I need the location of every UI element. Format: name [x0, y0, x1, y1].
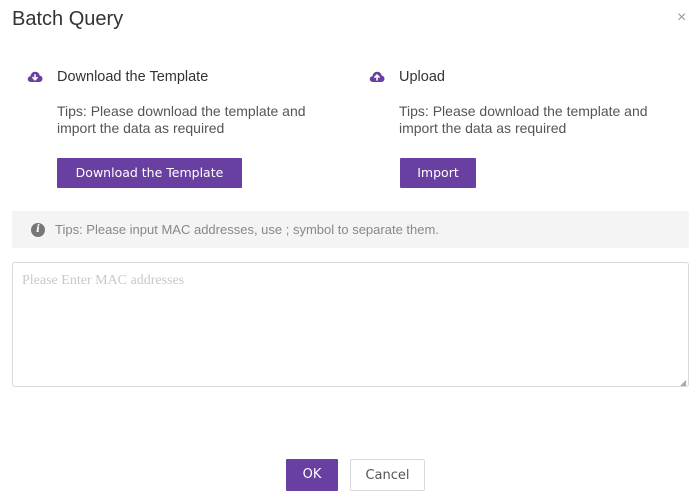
info-icon: i [31, 222, 45, 237]
upload-section: Upload Tips: Please download the templat… [369, 67, 687, 137]
download-template-section: Download the Template Tips: Please downl… [27, 67, 347, 137]
close-icon[interactable]: × [677, 8, 686, 28]
cloud-download-icon [27, 71, 43, 82]
mac-address-input[interactable] [12, 262, 689, 387]
upload-header: Upload [369, 67, 687, 87]
import-button[interactable]: Import [400, 158, 476, 188]
download-template-tips: Tips: Please download the template and i… [57, 103, 306, 136]
dialog-title: Batch Query [12, 8, 124, 30]
cancel-button[interactable]: Cancel [350, 459, 425, 491]
ok-button[interactable]: OK [286, 459, 338, 491]
cloud-upload-icon [369, 71, 385, 82]
download-template-title: Download the Template [57, 69, 209, 85]
upload-title: Upload [399, 69, 445, 85]
mac-tips-text: Tips: Please input MAC addresses, use ; … [55, 222, 439, 237]
mac-tips-bar: i Tips: Please input MAC addresses, use … [12, 211, 689, 248]
download-template-button[interactable]: Download the Template [57, 158, 242, 188]
upload-tips: Tips: Please download the template and i… [399, 103, 648, 136]
download-template-header: Download the Template [27, 67, 347, 87]
resize-handle-icon[interactable]: ◢ [680, 378, 686, 387]
batch-query-dialog: Batch Query × Download the Template Tips… [0, 0, 689, 491]
